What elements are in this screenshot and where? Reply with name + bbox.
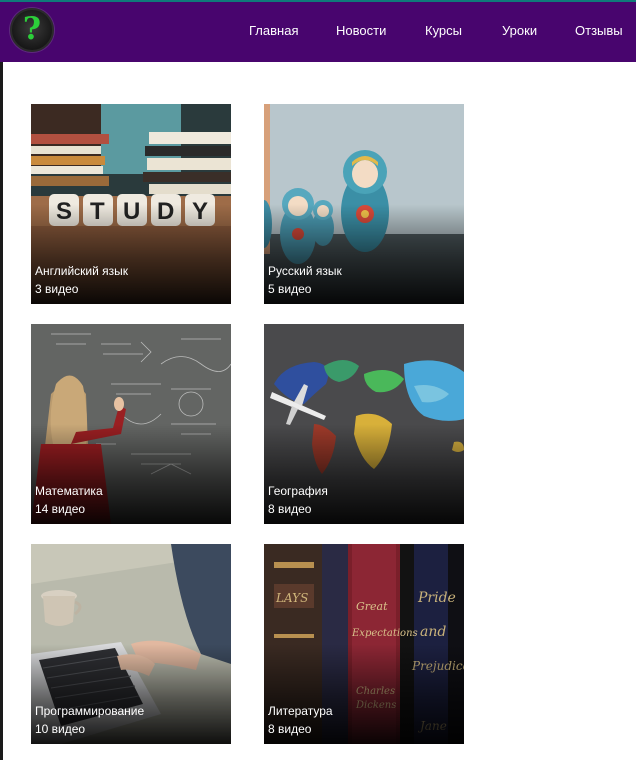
- video-count: 8 видео: [268, 502, 312, 516]
- course-card-math[interactable]: Математика 14 видео: [31, 324, 231, 524]
- video-count: 14 видео: [35, 502, 86, 516]
- video-count: 8 видео: [268, 722, 312, 736]
- nav-link-news[interactable]: Новости: [336, 23, 386, 38]
- nav-link-lessons[interactable]: Уроки: [502, 23, 537, 38]
- svg-text:LAYS: LAYS: [275, 591, 308, 605]
- nav-link-reviews[interactable]: Отзывы: [575, 23, 623, 38]
- site-header: ? Главная Новости Курсы Уроки Отзывы: [0, 0, 636, 62]
- course-title: Математика: [35, 484, 103, 498]
- page-left-border: [0, 62, 3, 760]
- video-count: 10 видео: [35, 722, 86, 736]
- course-title: Программирование: [35, 704, 145, 718]
- course-card-literature[interactable]: Pride and Prejudice Jane Great Expectati…: [264, 544, 464, 744]
- course-title: Литература: [268, 704, 333, 718]
- course-card-russian[interactable]: Русский язык 5 видео: [264, 104, 464, 304]
- video-count: 3 видео: [35, 282, 79, 296]
- nav-link-home[interactable]: Главная: [249, 23, 298, 38]
- svg-text:and: and: [420, 624, 446, 640]
- course-card-geography[interactable]: География 8 видео: [264, 324, 464, 524]
- site-logo[interactable]: ?: [10, 8, 54, 52]
- course-title: Русский язык: [268, 264, 342, 278]
- course-title: Английский язык: [35, 264, 129, 278]
- svg-text:Great: Great: [356, 600, 388, 613]
- video-count: 5 видео: [268, 282, 312, 296]
- course-title: География: [268, 484, 328, 498]
- question-mark-icon: ?: [22, 11, 42, 47]
- course-card-english[interactable]: S T U D Y Английский язык 3 видео: [31, 104, 231, 304]
- svg-text:Expectations: Expectations: [351, 628, 418, 639]
- svg-text:Pride: Pride: [417, 590, 456, 606]
- nav-link-courses[interactable]: Курсы: [425, 23, 462, 38]
- course-card-programming[interactable]: Программирование 10 видео: [31, 544, 231, 744]
